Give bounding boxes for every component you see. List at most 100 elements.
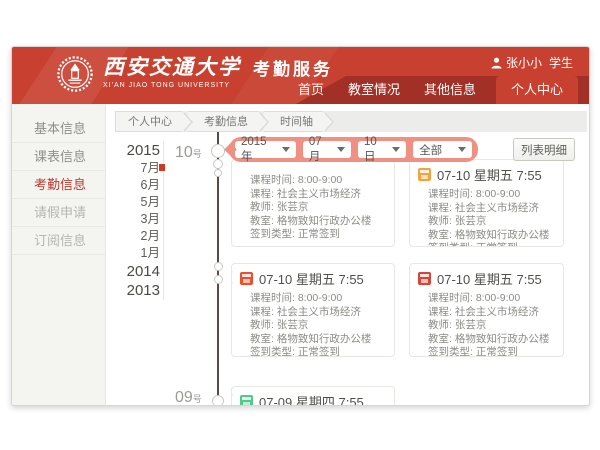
user-name: 张小小 — [506, 54, 542, 71]
nav-classrooms[interactable]: 教室情况 — [336, 76, 412, 104]
sidebar-item-basic-info[interactable]: 基本信息 — [12, 115, 105, 143]
page-background: 西安交通大学 XI'AN JIAO TONG UNIVERSITY 考勤服务 张… — [0, 0, 600, 450]
card-fields: 课程时间: 8:00-9:00 课程: 社会主义市场经济 教师: 张芸京 教室:… — [232, 290, 394, 357]
card-field: 课程: 社会主义市场经济 — [428, 306, 557, 320]
calendar-icon — [240, 395, 253, 406]
current-month-marker — [159, 164, 165, 171]
card-field: 课程时间: 8:00-9:00 — [428, 188, 557, 202]
card-field: 课程时间: 8:00-9:00 — [428, 292, 557, 306]
card-field: 课程: 社会主义市场经济 — [428, 202, 557, 216]
day-suffix: 号 — [193, 149, 202, 159]
day-number: 10 — [175, 144, 193, 161]
timeline-node — [211, 144, 225, 158]
month-nav-june[interactable]: 6月 — [112, 177, 160, 194]
month-nav-may[interactable]: 5月 — [112, 194, 160, 211]
card-fields: 课程时间: 8:00-9:00 课程: 社会主义市场经济 教师: 张芸京 教室:… — [410, 290, 563, 357]
card-field: 签到类型: 正常签到 — [250, 346, 388, 357]
user-info[interactable]: 张小小 学生 — [491, 54, 573, 71]
card-field: 课程: 社会主义市场经济 — [250, 306, 388, 320]
month-nav-2013[interactable]: 2013 — [112, 281, 160, 300]
user-role: 学生 — [549, 54, 573, 71]
card-field: 签到类型: 正常签到 — [428, 346, 557, 357]
type-select-value: 全部 — [419, 142, 442, 158]
day-number: 09 — [175, 389, 193, 406]
attendance-card: 07-10 星期五 7:55 课程时间: 8:00-9:00 课程: 社会主义市… — [231, 263, 395, 357]
caret-down-icon — [282, 147, 290, 152]
day-select[interactable]: 10日 — [358, 141, 406, 158]
month-nav-july[interactable]: 7月 — [112, 160, 160, 177]
app-window: 西安交通大学 XI'AN JIAO TONG UNIVERSITY 考勤服务 张… — [11, 46, 590, 406]
month-nav-march[interactable]: 3月 — [112, 211, 160, 228]
nav-other-info[interactable]: 其他信息 — [412, 76, 488, 104]
month-nav-february[interactable]: 2月 — [112, 228, 160, 245]
card-fields: 课程时间: 8:00-9:00 课程: 社会主义市场经济 教师: 张芸京 教室:… — [232, 160, 394, 246]
user-icon — [491, 57, 502, 69]
card-header: 07-10 星期五 7:55 — [232, 264, 394, 290]
year-select[interactable]: 2015年 — [235, 141, 296, 158]
timeline-month-nav: 2015 7月 6月 5月 3月 2月 1月 2014 2013 — [112, 141, 160, 300]
list-detail-button[interactable]: 列表明细 — [513, 138, 575, 161]
calendar-icon — [240, 272, 253, 285]
card-title: 07-10 星期五 7:55 — [437, 165, 542, 184]
card-field: 签到类型: 正常签到 — [250, 228, 388, 242]
month-nav-2014[interactable]: 2014 — [112, 262, 160, 281]
main-nav: 首页 教室情况 其他信息 个人中心 — [286, 76, 589, 104]
sidebar-item-subscription-info[interactable]: 订阅信息 — [12, 227, 105, 255]
header-banner: 西安交通大学 XI'AN JIAO TONG UNIVERSITY 考勤服务 张… — [12, 47, 589, 104]
card-field: 教室: 格物致知行政办公楼 — [250, 215, 388, 229]
card-field: 签到类型: 正常签到 — [428, 242, 557, 247]
card-field: 教室: 格物致知行政办公楼 — [428, 229, 557, 243]
caret-down-icon — [337, 147, 345, 152]
timeline-node — [214, 262, 223, 271]
month-nav-2015[interactable]: 2015 — [112, 141, 160, 160]
day-label-10: 10号 — [175, 144, 202, 162]
month-select[interactable]: 07月 — [303, 141, 351, 158]
card-field: 教师: 张芸京 — [428, 215, 557, 229]
sidebar-item-leave-request[interactable]: 请假申请 — [12, 199, 105, 227]
card-header: 07-09 星期四 7:55 — [232, 387, 394, 406]
breadcrumb-timeline[interactable]: 时间轴 — [264, 111, 323, 132]
timeline-node — [214, 169, 222, 177]
breadcrumb-personal-center[interactable]: 个人中心 — [115, 111, 182, 132]
card-field: 课程时间: 8:00-9:00 — [250, 174, 388, 188]
attendance-card: 07-10 星期五 7:55 课程时间: 8:00-9:00 课程: 社会主义市… — [409, 159, 564, 247]
sidebar-item-schedule-info[interactable]: 课表信息 — [12, 143, 105, 171]
month-select-value: 07月 — [309, 136, 333, 164]
card-title: 07-10 星期五 7:55 — [437, 269, 542, 288]
day-select-value: 10日 — [364, 136, 388, 164]
calendar-icon — [418, 168, 431, 181]
nav-personal-center-active-tab[interactable]: 个人中心 — [496, 76, 578, 104]
university-logo-icon — [56, 55, 94, 93]
filter-bar: 2015年 07月 10日 全部 — [229, 137, 478, 162]
card-fields: 课程时间: 8:00-9:00 课程: 社会主义市场经济 教师: 张芸京 教室:… — [410, 186, 563, 247]
timeline-node — [212, 395, 224, 406]
attendance-card: 07-10 星期五 7:55 课程时间: 8:00-9:00 课程: 社会主义市… — [409, 263, 564, 357]
card-header: 07-10 星期五 7:55 — [410, 264, 563, 290]
card-field: 教师: 张芸京 — [428, 319, 557, 333]
card-field: 教室: 格物致知行政办公楼 — [250, 333, 388, 347]
card-title: 07-10 星期五 7:55 — [259, 269, 364, 288]
card-field: 教室: 格物致知行政办公楼 — [428, 333, 557, 347]
attendance-card: 课程时间: 8:00-9:00 课程: 社会主义市场经济 教师: 张芸京 教室:… — [231, 159, 395, 247]
sidebar-item-attendance-info[interactable]: 考勤信息 — [12, 171, 105, 199]
timeline-node — [214, 275, 223, 284]
card-field: 课程时间: 8:00-9:00 — [250, 292, 388, 306]
brand-text: 西安交通大学 XI'AN JIAO TONG UNIVERSITY — [103, 55, 241, 89]
year-select-value: 2015年 — [241, 136, 278, 164]
type-select[interactable]: 全部 — [413, 141, 472, 158]
breadcrumb-attendance-info[interactable]: 考勤信息 — [188, 111, 258, 132]
attendance-card: 07-09 星期四 7:55 — [231, 386, 395, 406]
card-field: 课程: 社会主义市场经济 — [250, 188, 388, 202]
university-name-en: XI'AN JIAO TONG UNIVERSITY — [103, 82, 241, 89]
card-header: 07-10 星期五 7:55 — [410, 160, 563, 186]
timeline-node — [213, 159, 223, 169]
caret-down-icon — [392, 147, 400, 152]
caret-down-icon — [458, 147, 466, 152]
day-suffix: 号 — [193, 394, 202, 404]
card-field: 教师: 张芸京 — [250, 319, 388, 333]
month-nav-january[interactable]: 1月 — [112, 245, 160, 262]
nav-home[interactable]: 首页 — [286, 76, 336, 104]
card-field: 教师: 张芸京 — [250, 201, 388, 215]
breadcrumb: 个人中心 考勤信息 时间轴 — [115, 111, 587, 132]
card-title: 07-09 星期四 7:55 — [259, 392, 364, 406]
